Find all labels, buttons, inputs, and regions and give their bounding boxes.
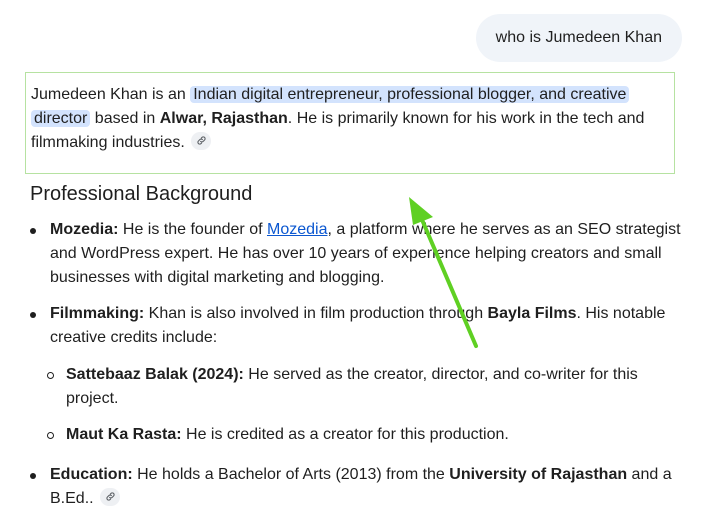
item-label: Education: xyxy=(50,466,133,483)
bullet-dot xyxy=(30,473,36,479)
item-label: Sattebaaz Balak (2024): xyxy=(66,366,244,383)
intro-prefix: Jumedeen Khan is an xyxy=(31,86,191,103)
sub-item-sattebaaz: Sattebaaz Balak (2024): He served as the… xyxy=(30,363,690,411)
bayla-films: Bayla Films xyxy=(487,305,577,322)
intro-paragraph-selection[interactable]: Jumedeen Khan is an Indian digital entre… xyxy=(25,72,675,174)
mozedia-link[interactable]: Mozedia xyxy=(267,221,327,238)
link-icon xyxy=(105,492,115,501)
sub-bullet-circle xyxy=(47,372,54,379)
item-label: Mozedia: xyxy=(50,221,119,238)
list-item-mozedia: Mozedia: He is the founder of Mozedia, a… xyxy=(30,218,690,290)
intro-location: Alwar, Rajasthan xyxy=(159,110,288,127)
sub-bullet-circle xyxy=(47,432,54,439)
university-name: University of Rajasthan xyxy=(449,466,628,483)
intro-highlight-1: Indian digital entrepreneur, professiona… xyxy=(190,86,630,103)
link-icon xyxy=(197,136,206,145)
list-item-education: Education: He holds a Bachelor of Arts (… xyxy=(30,463,690,511)
item-label: Maut Ka Rasta: xyxy=(66,426,182,443)
list-item-filmmaking: Filmmaking: Khan is also involved in fil… xyxy=(30,302,690,350)
section-title: Professional Background xyxy=(30,183,253,205)
bullet-dot xyxy=(30,312,36,318)
intro-highlight-2: director xyxy=(31,110,91,127)
intro-middle: based in xyxy=(90,110,160,127)
sub-item-maut-ka-rasta: Maut Ka Rasta: He is credited as a creat… xyxy=(30,423,690,447)
item-label: Filmmaking: xyxy=(50,305,145,322)
chat-page: who is Jumedeen Khan Jumedeen Khan is an… xyxy=(0,0,716,520)
source-link-button[interactable] xyxy=(191,131,212,150)
user-query-bubble: who is Jumedeen Khan xyxy=(475,14,682,62)
user-query-text: who is Jumedeen Khan xyxy=(495,29,662,46)
source-link-button[interactable] xyxy=(100,487,121,506)
bullet-dot xyxy=(30,228,36,234)
